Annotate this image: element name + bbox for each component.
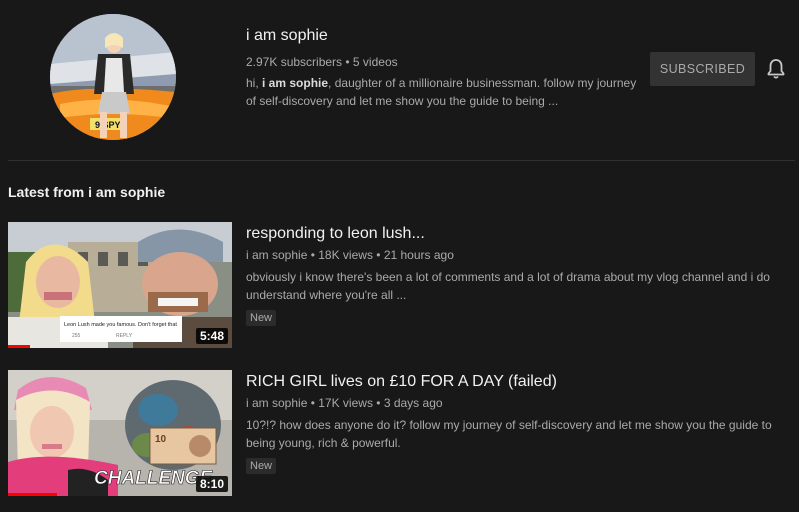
video-channel[interactable]: i am sophie (246, 248, 307, 262)
video-views: 17K views (318, 396, 373, 410)
channel-page: 9 SPY i am sophie 2.97K subscribers • 5 … (0, 0, 799, 512)
channel-name[interactable]: i am sophie (246, 26, 646, 46)
video-views: 18K views (318, 248, 373, 262)
video-age: 21 hours ago (383, 248, 454, 262)
video-info: RICH GIRL lives on £10 FOR A DAY (failed… (246, 370, 786, 474)
description-prefix: hi, (246, 76, 263, 90)
thumb-caption: Leon Lush made you famous. Don't forget … (64, 322, 177, 328)
video-item[interactable]: 10 CHALLENGE 8:10 RICH GIRL lives on £10… (8, 370, 788, 496)
channel-header: 9 SPY i am sophie 2.97K subscribers • 5 … (0, 0, 799, 158)
video-duration: 5:48 (195, 328, 228, 344)
video-channel[interactable]: i am sophie (246, 396, 307, 410)
bell-icon (764, 59, 788, 84)
channel-avatar[interactable]: 9 SPY (50, 14, 176, 140)
video-description: 10?!? how does anyone do it? follow my j… (246, 418, 772, 450)
watch-progress-fill (8, 493, 58, 496)
video-title[interactable]: RICH GIRL lives on £10 FOR A DAY (failed… (246, 371, 786, 393)
watch-progress-track (8, 493, 232, 496)
watch-progress-track (8, 345, 232, 348)
meta-separator: • (342, 55, 353, 69)
section-title: Latest from i am sophie (8, 184, 166, 200)
video-meta: i am sophie • 18K views • 21 hours ago (246, 246, 786, 264)
description-bold: i am sophie (262, 76, 329, 90)
notification-bell-button[interactable] (764, 57, 788, 81)
thumb-banknote: 10 (155, 434, 167, 445)
new-badge: New (246, 310, 277, 326)
subscriber-count: 2.97K subscribers (246, 55, 343, 69)
meta-separator: • (372, 396, 384, 410)
video-thumbnail[interactable]: 10 CHALLENGE 8:10 (8, 370, 232, 496)
channel-description: hi, i am sophie, daughter of a millionai… (246, 74, 646, 110)
video-title[interactable]: responding to leon lush... (246, 223, 786, 245)
new-badge: New (246, 458, 277, 474)
video-meta: i am sophie • 17K views • 3 days ago (246, 394, 786, 412)
header-divider (8, 160, 795, 161)
channel-stats: 2.97K subscribers • 5 videos (246, 54, 646, 70)
video-age: 3 days ago (383, 396, 443, 410)
video-description: obviously i know there's been a lot of c… (246, 270, 770, 302)
channel-info: i am sophie 2.97K subscribers • 5 videos… (246, 26, 646, 110)
video-info: responding to leon lush... i am sophie •… (246, 222, 786, 326)
meta-separator: • (307, 396, 319, 410)
meta-separator: • (372, 248, 384, 262)
watch-progress-fill (8, 345, 31, 348)
subscribed-button[interactable]: SUBSCRIBED (650, 52, 755, 86)
thumb-reply: REPLY (116, 333, 133, 339)
avatar-plate-text: 9 SPY (95, 120, 121, 130)
video-item[interactable]: Leon Lush made you famous. Don't forget … (8, 222, 788, 348)
video-duration: 8:10 (195, 476, 228, 492)
thumb-likes: 255 (72, 333, 81, 339)
video-thumbnail[interactable]: Leon Lush made you famous. Don't forget … (8, 222, 232, 348)
meta-separator: • (307, 248, 319, 262)
video-count: 5 videos (352, 55, 398, 69)
